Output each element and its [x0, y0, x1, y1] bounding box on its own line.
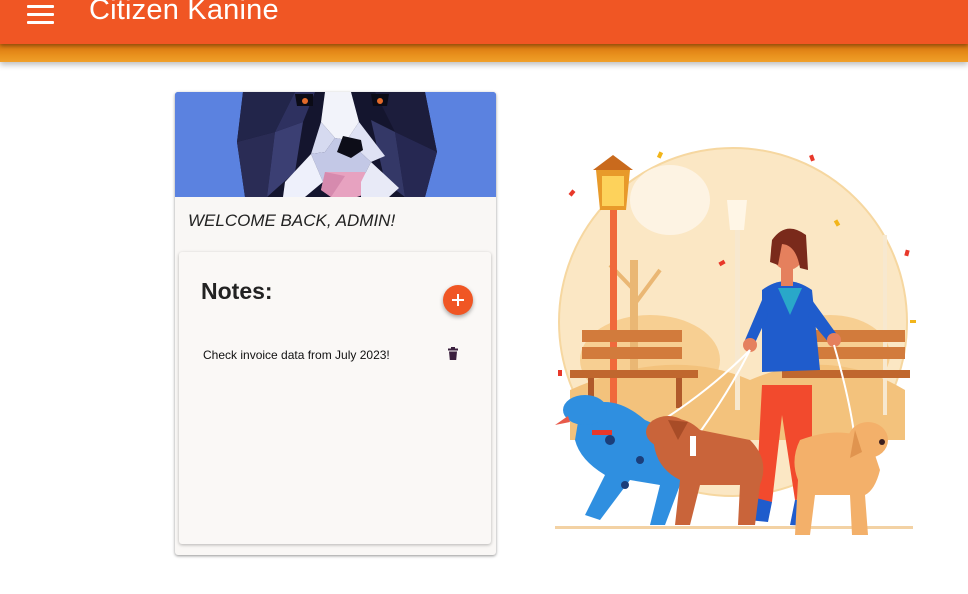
trash-icon[interactable] [447, 347, 459, 361]
welcome-message: WELCOME BACK, ADMIN! [188, 211, 396, 230]
hamburger-menu-icon[interactable] [24, 0, 58, 30]
note-item: Check invoice data from July 2023! [203, 347, 473, 368]
dog-walker-illustration [550, 140, 920, 545]
app-title: Citizen Kanine [89, 0, 279, 26]
notes-panel: Notes: Check invoice data from July 2023… [179, 252, 491, 544]
add-note-button[interactable] [443, 285, 473, 315]
notes-heading: Notes: [201, 278, 273, 304]
app-bar: Citizen Kanine [0, 0, 968, 44]
note-text[interactable]: Check invoice data from July 2023! [203, 348, 390, 362]
welcome-card: WELCOME BACK, ADMIN! Notes: Check invoic… [175, 92, 496, 555]
header-stripe [0, 44, 968, 62]
dog-hero-image [175, 92, 496, 197]
